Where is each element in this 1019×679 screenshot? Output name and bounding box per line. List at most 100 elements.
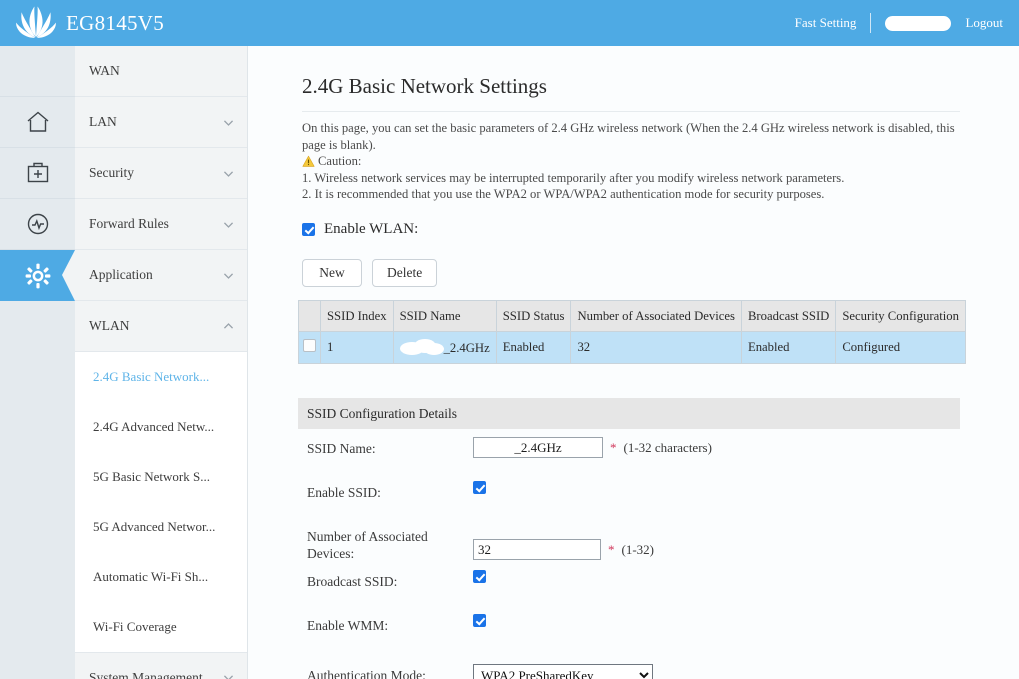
sidebar-subitem-wifi-coverage[interactable]: Wi-Fi Coverage (75, 602, 247, 652)
sidebar-item-lan[interactable]: LAN (75, 97, 247, 148)
column-broadcast-ssid: Broadcast SSID (740, 300, 837, 332)
table-action-buttons: New Delete (302, 259, 438, 287)
chevron-down-icon (223, 170, 234, 177)
caution-heading: Caution: (302, 153, 964, 170)
sidebar-subitem-label: 2.4G Basic Network... (93, 369, 210, 384)
enable-wmm-checkbox[interactable] (473, 614, 486, 627)
sidebar-item-system-management[interactable]: System Management (75, 652, 247, 679)
gear-icon (25, 263, 50, 288)
sidebar-subitem-24g-advanced[interactable]: 2.4G Advanced Netw... (75, 402, 247, 452)
first-aid-kit-icon (27, 162, 48, 183)
diagnostics-icon (27, 213, 48, 235)
sidebar-subitem-5g-advanced[interactable]: 5G Advanced Networ... (75, 502, 247, 552)
sidebar-subitem-24g-basic[interactable]: 2.4G Basic Network... (75, 352, 247, 402)
enable-ssid-checkbox[interactable] (473, 481, 486, 494)
sidebar-subitem-label: Wi-Fi Coverage (93, 619, 177, 634)
redacted-user-pill (885, 15, 952, 31)
authentication-mode-select[interactable]: WPA2 PreSharedKey (473, 664, 653, 679)
header-actions: Fast Setting Logout (795, 13, 1003, 33)
sidebar-item-label: System Management (89, 669, 203, 679)
sidebar-subitem-label: 5G Basic Network S... (93, 469, 210, 484)
fast-setting-link[interactable]: Fast Setting (795, 15, 857, 31)
chevron-down-icon (223, 272, 234, 279)
field-ssid-name: SSID Name: * (1-32 characters) (298, 437, 960, 473)
sidebar-item-label: Security (89, 165, 134, 180)
cell-ssid-name: _2.4GHz (392, 331, 497, 364)
cell-associated-devices: 32 (570, 331, 742, 364)
caution-label: Caution: (318, 154, 362, 168)
table-header-row: SSID Index SSID Name SSID Status Number … (298, 300, 966, 332)
sidebar-item-application[interactable]: Application (75, 250, 247, 301)
cell-security-configuration: Configured (835, 331, 966, 364)
logout-link[interactable]: Logout (965, 15, 1003, 31)
sidebar-item-label: WAN (89, 63, 120, 78)
column-ssid-status: SSID Status (495, 300, 572, 332)
icon-rail (0, 46, 75, 679)
field-enable-ssid: Enable SSID: (298, 481, 960, 517)
field-broadcast-ssid: Broadcast SSID: (298, 570, 960, 606)
brand-name: EG8145V5 (66, 10, 165, 35)
row-select-cell[interactable] (298, 331, 321, 364)
ssid-name-input[interactable] (473, 437, 603, 458)
page-title: 2.4G Basic Network Settings (302, 74, 547, 98)
sidebar-item-label: Forward Rules (89, 216, 169, 231)
chevron-down-icon (223, 119, 234, 126)
ssid-details-form: SSID Name: * (1-32 characters) Enable SS… (298, 429, 960, 679)
app-header: EG8145V5 Fast Setting Logout (0, 0, 1019, 46)
authentication-mode-label: Authentication Mode: (307, 668, 426, 679)
table-row[interactable]: 1 _2.4GHz Enabled 32 Enabled Configured (298, 331, 966, 364)
ssid-table: SSID Index SSID Name SSID Status Number … (298, 300, 966, 364)
sidebar-item-label: Application (89, 267, 153, 282)
column-security-configuration: Security Configuration (835, 300, 966, 332)
description-line: On this page, you can set the basic para… (302, 121, 955, 152)
table-body: 1 _2.4GHz Enabled 32 Enabled Configured (298, 331, 966, 364)
enable-wlan-row[interactable]: Enable WLAN: (302, 221, 418, 238)
sidebar-item-label: WLAN (89, 318, 130, 333)
ssid-name-required-mark: * (610, 439, 617, 455)
sidebar-subitem-label: 5G Advanced Networ... (93, 519, 216, 534)
chevron-down-icon (223, 221, 234, 228)
sidebar-subitem-automatic-wifi-shutdown[interactable]: Automatic Wi-Fi Sh... (75, 552, 247, 602)
cell-broadcast-ssid: Enabled (740, 331, 837, 364)
chevron-down-icon (223, 675, 234, 679)
title-divider (302, 111, 960, 112)
broadcast-ssid-checkbox[interactable] (473, 570, 486, 583)
enable-wlan-label: Enable WLAN: (324, 221, 419, 237)
chevron-up-icon (223, 322, 234, 329)
ssid-name-hint: (1-32 characters) (623, 439, 712, 455)
rail-item-home[interactable] (0, 97, 75, 148)
row-select-checkbox[interactable] (303, 339, 316, 352)
ssid-details-section-title: SSID Configuration Details (298, 398, 960, 429)
sidebar-item-wan[interactable]: WAN (75, 46, 247, 97)
sidebar-item-label: LAN (89, 114, 117, 129)
header-divider (870, 13, 872, 33)
rail-item-security[interactable] (0, 148, 75, 199)
home-icon (27, 111, 48, 132)
caution-item-2: 2. It is recommended that you use the WP… (302, 187, 825, 201)
sidebar-subitem-5g-basic[interactable]: 5G Basic Network S... (75, 452, 247, 502)
enable-ssid-label: Enable SSID: (307, 485, 381, 500)
sidebar-subitem-label: Automatic Wi-Fi Sh... (93, 569, 209, 584)
broadcast-ssid-label: Broadcast SSID: (307, 574, 398, 589)
associated-devices-required-mark: * (608, 541, 615, 557)
huawei-flower-logo (16, 6, 56, 38)
rail-slot-blank (0, 46, 75, 97)
sidebar-item-security[interactable]: Security (75, 148, 247, 199)
delete-button[interactable]: Delete (372, 259, 438, 287)
sidebar-subitem-label: 2.4G Advanced Netw... (93, 419, 215, 434)
cell-ssid-status: Enabled (495, 331, 572, 364)
sidebar-item-forward-rules[interactable]: Forward Rules (75, 199, 247, 250)
table-header: SSID Index SSID Name SSID Status Number … (298, 300, 966, 332)
rail-item-application[interactable] (0, 250, 75, 301)
new-button[interactable]: New (302, 259, 362, 287)
rail-item-diagnostics[interactable] (0, 199, 75, 250)
associated-devices-input[interactable] (473, 539, 601, 560)
associated-devices-hint: (1-32) (621, 541, 655, 557)
ssid-name-suffix: _2.4GHz (443, 341, 490, 355)
sidebar-item-wlan[interactable]: WLAN (75, 301, 247, 352)
sidebar-submenu-wlan: 2.4G Basic Network... 2.4G Advanced Netw… (75, 352, 247, 652)
field-authentication-mode: Authentication Mode: WPA2 PreSharedKey (298, 664, 960, 679)
sidebar-nav: WAN LAN Security Forward Rules Applicati… (75, 46, 248, 679)
enable-wlan-checkbox[interactable] (302, 223, 315, 236)
warning-triangle-icon (302, 155, 315, 167)
